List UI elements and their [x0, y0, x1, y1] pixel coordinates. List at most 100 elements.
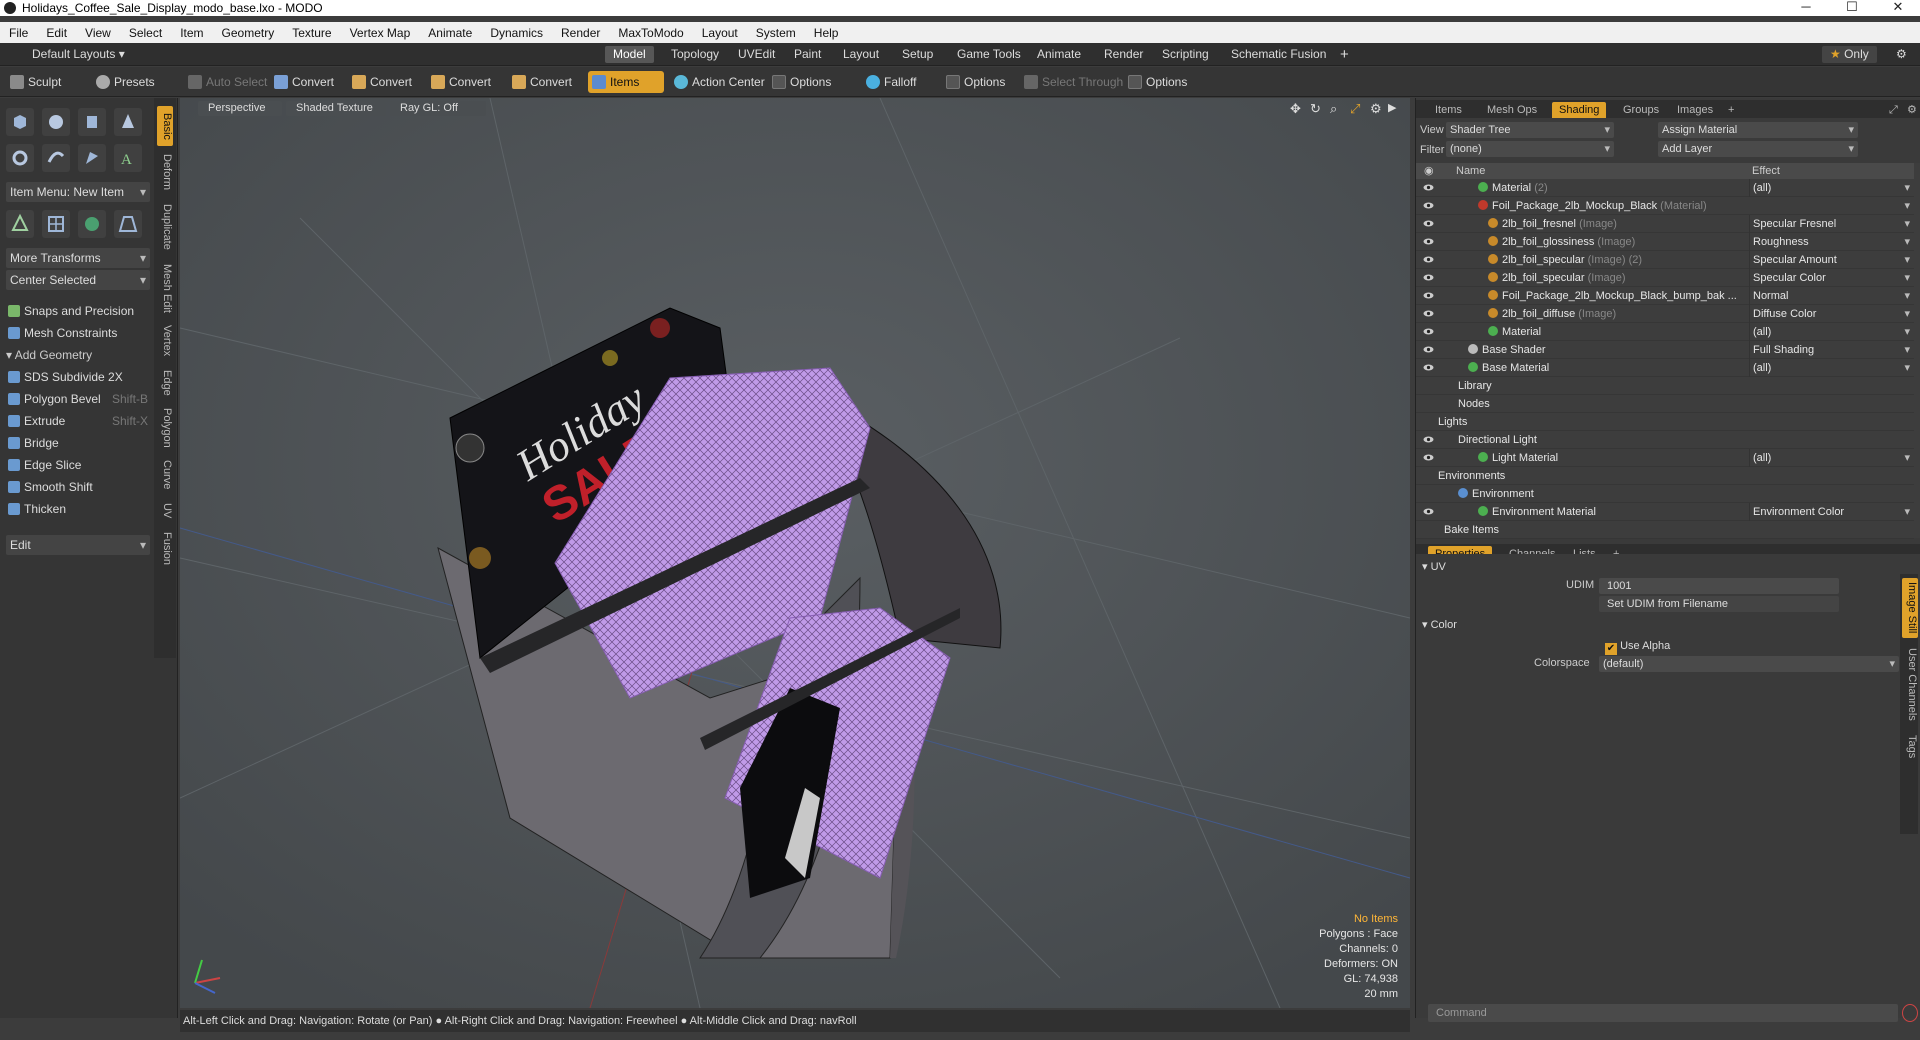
effect-cell[interactable]: Normal — [1749, 287, 1914, 305]
menu-select[interactable]: Select — [120, 26, 171, 40]
item-menu-dropdown[interactable]: Item Menu: New Item — [6, 182, 150, 202]
shader-tree-item[interactable]: Environment — [1458, 485, 1534, 503]
menu-dynamics[interactable]: Dynamics — [481, 26, 552, 40]
transform-icon[interactable] — [6, 210, 34, 238]
shader-tree-row[interactable]: 2lb_foil_fresnel (Image) Specular Fresnel — [1416, 215, 1914, 233]
record-icon[interactable] — [1902, 1004, 1918, 1022]
smooth-shift-button[interactable]: Smooth Shift — [6, 477, 150, 497]
shader-tree-row[interactable]: Foil_Package_2lb_Mockup_Black_bump_bak .… — [1416, 287, 1914, 305]
shader-tree-row[interactable]: Base Material (all) — [1416, 359, 1914, 377]
menu-texture[interactable]: Texture — [283, 26, 340, 40]
ray-gl-button[interactable]: Ray GL: Off — [390, 101, 486, 116]
visibility-eye-icon[interactable] — [1423, 200, 1434, 211]
vtab-uv[interactable]: UV — [157, 498, 173, 524]
snaps-precision-button[interactable]: Snaps and Precision — [6, 301, 150, 321]
shader-tree-item[interactable]: Lights — [1438, 413, 1467, 431]
tab-setup[interactable]: Setup — [894, 46, 941, 63]
shader-tree-item[interactable]: Bake Items — [1444, 521, 1499, 539]
add-tab-icon[interactable]: + — [1721, 102, 1741, 118]
use-alpha-checkbox[interactable]: ✔ — [1605, 643, 1617, 655]
vtab-edge[interactable]: Edge — [157, 366, 173, 400]
menu-vertex-map[interactable]: Vertex Map — [341, 26, 420, 40]
shader-tree-item[interactable]: Foil_Package_2lb_Mockup_Black_bump_bak .… — [1488, 287, 1737, 305]
only-toggle[interactable]: ★ Only — [1822, 46, 1877, 63]
options-button-2[interactable]: Options — [942, 71, 1022, 93]
vtab-polygon[interactable]: Polygon — [157, 404, 173, 452]
command-input[interactable]: Command — [1428, 1004, 1898, 1022]
sculpt-button[interactable]: Sculpt — [6, 71, 90, 93]
shader-tree-item[interactable]: Environment Material — [1478, 503, 1596, 521]
default-layouts-dropdown[interactable]: Default Layouts ▾ — [4, 46, 133, 63]
shader-tree-row[interactable]: Nodes — [1416, 395, 1914, 413]
visibility-eye-icon[interactable] — [1423, 434, 1434, 445]
menu-file[interactable]: File — [0, 26, 37, 40]
tab-groups[interactable]: Groups — [1616, 102, 1666, 118]
effect-column-header[interactable]: Effect — [1752, 165, 1780, 177]
presets-button[interactable]: Presets F6 — [92, 71, 172, 111]
effect-cell[interactable]: Specular Color — [1749, 269, 1914, 287]
settings-gear-icon[interactable]: ⚙ — [1888, 46, 1915, 63]
effect-cell[interactable]: Environment Color — [1749, 503, 1914, 521]
udim-field[interactable]: 1001 — [1599, 578, 1839, 594]
shader-tree-item[interactable]: Environments — [1438, 467, 1505, 485]
cube-icon[interactable] — [6, 108, 34, 136]
shader-tree-item[interactable]: Directional Light — [1458, 431, 1537, 449]
vtab-fusion[interactable]: Fusion — [157, 528, 173, 570]
tab-paint[interactable]: Paint — [786, 46, 829, 63]
menu-system[interactable]: System — [747, 26, 805, 40]
shader-tree-row[interactable]: Environment Material Environment Color — [1416, 503, 1914, 521]
menu-animate[interactable]: Animate — [419, 26, 481, 40]
shader-tree-row[interactable]: Material (all) — [1416, 323, 1914, 341]
effect-cell[interactable]: Specular Amount — [1749, 251, 1914, 269]
shader-tree-row[interactable]: 2lb_foil_specular (Image) (2) Specular Am… — [1416, 251, 1914, 269]
shader-tree-row[interactable]: 2lb_foil_specular (Image) Specular Color — [1416, 269, 1914, 287]
shader-tree-row[interactable]: Light Material (all) — [1416, 449, 1914, 467]
select-through-button[interactable]: Select Through — [1020, 71, 1124, 93]
shader-tree-item[interactable]: Base Material — [1468, 359, 1549, 377]
menu-view[interactable]: View — [76, 26, 120, 40]
tab-layout[interactable]: Layout — [835, 46, 887, 63]
tab-mesh-ops[interactable]: Mesh Ops — [1480, 102, 1544, 118]
visibility-eye-icon[interactable] — [1423, 362, 1434, 373]
options-button-1[interactable]: Options — [768, 71, 848, 93]
assign-material-dropdown[interactable]: Assign Material — [1658, 122, 1858, 138]
cylinder-icon[interactable] — [78, 108, 106, 136]
visibility-eye-icon[interactable] — [1423, 452, 1434, 463]
vtab-user-channels[interactable]: User Channels — [1902, 644, 1918, 724]
filter-dropdown[interactable]: (none) — [1446, 141, 1614, 157]
minimize-icon[interactable]: ─ — [1784, 0, 1828, 16]
shader-tree-row[interactable]: Bake Items — [1416, 521, 1914, 539]
visibility-eye-icon[interactable] — [1423, 344, 1434, 355]
panel-settings-gear-icon[interactable]: ⚙ — [1900, 102, 1920, 118]
bridge-button[interactable]: Bridge — [6, 433, 150, 453]
visibility-eye-icon[interactable] — [1423, 236, 1434, 247]
shader-tree-row[interactable]: Lights — [1416, 413, 1914, 431]
menu-edit[interactable]: Edit — [37, 26, 76, 40]
shader-tree-row[interactable]: Directional Light — [1416, 431, 1914, 449]
falloff-button[interactable]: Falloff — [862, 71, 938, 93]
shader-tree-row[interactable]: Foil_Package_2lb_Mockup_Black (Material) — [1416, 197, 1914, 215]
shader-tree-row[interactable]: 2lb_foil_diffuse (Image) Diffuse Color — [1416, 305, 1914, 323]
visibility-eye-icon[interactable] — [1423, 506, 1434, 517]
shader-tree-row[interactable]: 2lb_foil_glossiness (Image) Roughness — [1416, 233, 1914, 251]
vtab-image-still[interactable]: Image Still — [1902, 578, 1918, 638]
view-dropdown[interactable]: Shader Tree — [1446, 122, 1614, 138]
color-section[interactable]: ▾ Color — [1422, 618, 1457, 631]
action-center-button[interactable]: Action Center — [670, 71, 766, 93]
add-tab-icon[interactable]: + — [1332, 46, 1357, 63]
add-geometry-section[interactable]: ▾ Add Geometry — [6, 345, 150, 365]
shader-tree-item[interactable]: 2lb_foil_diffuse (Image) — [1488, 305, 1616, 323]
vtab-mesh-edit[interactable]: Mesh Edit — [157, 260, 173, 316]
vtab-tags[interactable]: Tags — [1902, 730, 1918, 764]
rotate-view-icon[interactable]: ↻ — [1310, 101, 1321, 116]
zoom-view-icon[interactable]: ⌕ — [1330, 101, 1337, 116]
more-transforms-dropdown[interactable]: More Transforms — [6, 248, 150, 268]
set-udim-button[interactable]: Set UDIM from Filename — [1599, 596, 1839, 612]
add-layer-dropdown[interactable]: Add Layer — [1658, 141, 1858, 157]
effect-cell[interactable]: (all) — [1749, 179, 1914, 197]
tab-items[interactable]: Items — [1428, 102, 1469, 118]
menu-layout[interactable]: Layout — [693, 26, 747, 40]
pen-icon[interactable] — [78, 144, 106, 172]
edge-slice-button[interactable]: Edge Slice — [6, 455, 150, 475]
convert-button-3[interactable]: Convert — [427, 71, 503, 93]
